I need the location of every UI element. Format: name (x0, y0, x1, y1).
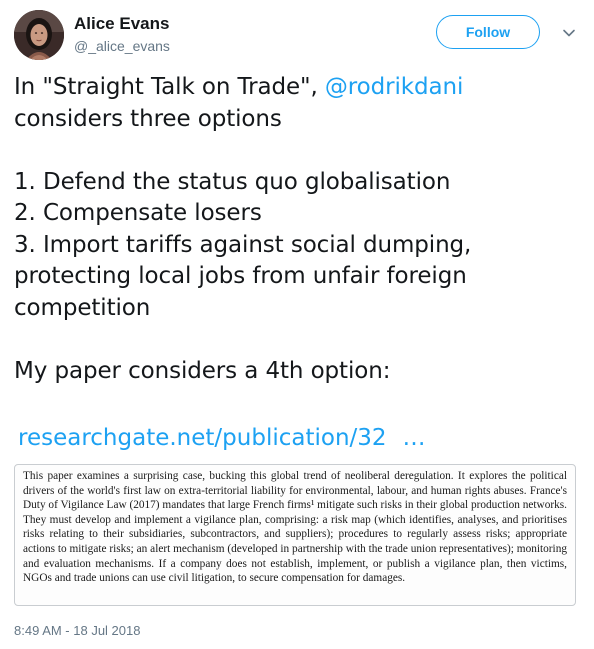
chevron-down-icon[interactable] (562, 26, 576, 40)
tweet-intro: In "Straight Talk on Trade", (14, 74, 325, 100)
link-ellipsis: … (402, 425, 426, 451)
tweet-intro-line: In "Straight Talk on Trade", @rodrikdani (14, 72, 574, 104)
option-2: 2. Compensate losers (14, 200, 262, 226)
tweet-text: In "Straight Talk on Trade", @rodrikdani… (14, 72, 574, 387)
link-text[interactable]: researchgate.net/publication/32 (18, 425, 387, 451)
attached-image[interactable]: This paper examines a surprising case, b… (14, 464, 576, 606)
tweet-header: Alice Evans @_alice_evans Follow (14, 10, 580, 62)
tweet-timestamp[interactable]: 8:49 AM - 18 Jul 2018 (14, 623, 140, 638)
option-1: 1. Defend the status quo globalisation (14, 168, 451, 195)
tweet-intro-continuation: considers three options (14, 105, 282, 132)
follow-button[interactable]: Follow (436, 15, 540, 49)
attached-image-text: This paper examines a surprising case, b… (23, 470, 567, 585)
tweet-closing: My paper considers a 4th option: (14, 357, 391, 384)
author-handle[interactable]: @_alice_evans (74, 38, 170, 54)
author-name[interactable]: Alice Evans (74, 14, 169, 34)
avatar[interactable] (14, 10, 64, 60)
option-3: 3. Import tariffs against social dumping… (14, 231, 472, 321)
mention-link[interactable]: @rodrikdani (325, 74, 463, 100)
tweet-link[interactable]: researchgate.net/publication/32 … (18, 425, 426, 451)
